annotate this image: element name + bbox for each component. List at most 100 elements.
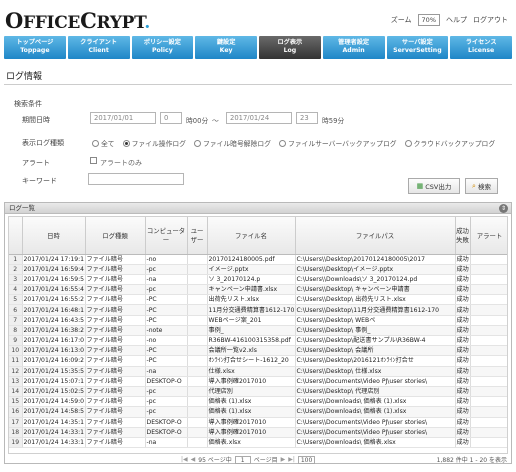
log-type-radio-2[interactable]: ファイル暗号解除ログ [193,138,271,148]
column-header-1[interactable]: ログ種類 [85,217,146,255]
table-cell [187,325,208,337]
nav-tab-license[interactable]: ライセンス License [450,36,512,59]
column-header-6[interactable]: 成功失敗 [455,217,471,255]
column-header-0[interactable]: 日時 [22,217,86,255]
table-cell [187,427,208,438]
table-row[interactable]: 3 2017/01/24 16:59:5 ファイル暗号 -na ソ 3_20170124… [9,274,507,286]
next-page-icon[interactable]: ▶ [281,456,286,463]
table-cell [187,417,208,428]
end-hour-input[interactable]: 23 [296,112,318,124]
table-cell: 成功 [455,427,471,438]
page-number-input[interactable]: 1 [234,455,251,464]
table-cell: 成功 [455,274,471,286]
table-row[interactable]: 16 2017/01/24 14:58:5 ファイル暗号 -pc 価格表 (1).xls… [9,406,507,418]
table-cell: 成功 [455,376,471,387]
csv-export-button[interactable]: ▦ CSV出力 [408,178,460,194]
table-cell: -PC [145,304,188,316]
table-cell: -PC [145,355,188,367]
table-row[interactable]: 19 2017/01/24 14:33:1 ファイル暗号 -na 価格表.xlsx C:\… [9,437,507,449]
start-date-input[interactable]: 2017/01/01 [90,112,156,124]
table-row[interactable]: 5 2017/01/24 16:55:2 ファイル暗号 -PC 出荷先リスト.xlsx C… [9,294,507,306]
table-cell: ファイル暗号 [85,335,146,347]
end-date-input[interactable]: 2017/01/24 [226,112,292,124]
search-button[interactable]: ⌕ 検索 [465,178,498,194]
column-header-4[interactable]: ファイル名 [207,217,296,255]
nav-tab-jp-label: 管理者設定 [338,39,370,46]
table-cell: ファイル暗号 [85,386,146,398]
radio-icon [404,139,412,147]
table-row[interactable]: 6 2017/01/24 16:48:1 ファイル暗号 -PC 11月分交通費精算書16… [9,304,507,316]
table-row[interactable]: 8 2017/01/24 16:38:2 ファイル暗号 -note 事例_ C:\User… [9,325,507,337]
table-row[interactable]: 4 2017/01/24 16:55:4 ファイル暗号 -pc キャンペーン申請書.xl… [9,284,507,296]
table-row[interactable]: 15 2017/01/24 14:59:0 ファイル暗号 -pc 価格表 (1).xls… [9,396,507,408]
keyword-input[interactable] [88,173,184,185]
log-type-radio-3[interactable]: ファイルサーバーバックアップログ [278,138,397,148]
help-link[interactable]: ヘルプ [446,15,467,25]
collapse-icon[interactable]: ⇕ [499,204,508,213]
nav-tab-admin[interactable]: 管理者設定 Admin [322,36,385,59]
table-cell: -pc [145,396,188,408]
header-tools: ズーム 70% ヘルプ ログアウト [391,14,508,26]
zoom-select[interactable]: 70% [417,14,440,26]
table-cell: -PC [145,315,188,326]
table-cell: 2017/01/24 15:02:5 [22,386,86,398]
table-row[interactable]: 2 2017/01/24 16:59:4 ファイル暗号 -pc イメージ.pptx C:\… [9,264,507,275]
last-page-icon[interactable]: ▶| [288,456,295,463]
start-hour-input[interactable]: 0 [160,112,182,124]
table-row[interactable]: 10 2017/01/24 16:13:0 ファイル暗号 -PC 会議所一覧v2.xls… [9,345,507,357]
table-cell: -no [145,335,188,347]
column-header-2[interactable]: コンピューター [145,217,188,255]
table-cell: 成功 [455,355,471,367]
first-page-icon[interactable]: |◀ [181,456,188,463]
log-type-radio-1[interactable]: ファイル操作ログ [122,138,186,148]
nav-tab-log[interactable]: ログ表示 Log [259,36,321,59]
table-row[interactable]: 7 2017/01/24 16:43:5 ファイル暗号 -PC WEBページ案_201 C… [9,315,507,326]
pager: |◀ ◀ 95 ページ中 1 ページ目 ▶ ▶| 100 1,882 件中 1 … [5,454,511,464]
log-type-radio-0[interactable]: 全て [92,138,115,148]
table-cell: -pc [145,264,188,275]
prev-page-icon[interactable]: ◀ [191,456,196,463]
column-header-7[interactable]: アラート [470,217,507,255]
table-cell: 2017/01/24 14:59:0 [22,396,86,408]
per-page-select[interactable]: 100 [297,455,316,464]
row-number-header [9,217,23,255]
log-list-header: ログ一覧 ⇕ [5,203,511,214]
alert-only-checkbox[interactable] [90,157,97,164]
column-header-3[interactable]: ユーザー [187,217,208,255]
table-cell: -PC [145,294,188,306]
row-number: 17 [9,417,23,428]
log-type-radio-label: クラウドバックアップログ [413,140,496,148]
nav-tab-policy[interactable]: ポリシー設定 Policy [131,36,194,59]
log-type-radio-4[interactable]: クラウドバックアップログ [404,138,496,148]
nav-tab-toppage[interactable]: トップページ Toppage [4,36,66,59]
table-cell: 出荷先リスト.xlsx [207,294,296,306]
table-row[interactable]: 1 2017/01/24 17:19:1 ファイル暗号 -no 201701241800… [9,254,507,265]
table-cell: 成功 [455,304,471,316]
table-cell [470,274,507,286]
table-row[interactable]: 11 2017/01/24 16:09:2 ファイル暗号 -PC ｵﾝﾗｲﾝ打合せシート… [9,355,507,367]
table-row[interactable]: 14 2017/01/24 15:02:5 ファイル暗号 -pc 代理店別 C:\User… [9,386,507,398]
table-cell: 成功 [455,264,471,275]
log-type-radio-label: ファイル暗号解除ログ [202,140,271,148]
nav-tab-client[interactable]: クライアント Client [67,36,130,59]
nav-tab-en-label: Client [88,47,109,54]
csv-export-label: CSV出力 [425,183,452,191]
table-row[interactable]: 9 2017/01/24 16:17:0 ファイル暗号 -no R36BW-416100… [9,335,507,347]
log-type-label: 表示ログ種類 [22,139,64,147]
logout-link[interactable]: ログアウト [473,15,508,25]
table-cell: C:\Users\\Downloads\ソ 3_20170124.pd [295,274,456,286]
table-cell [187,254,208,265]
nav-tab-key[interactable]: 鍵設定 Key [195,36,257,59]
table-row[interactable]: 12 2017/01/24 15:35:5 ファイル暗号 -na 仕様.xlsx C:\U… [9,366,507,377]
column-header-5[interactable]: ファイルパス [295,217,456,255]
table-row[interactable]: 13 2017/01/24 15:07:1 ファイル暗号 DESKTOP-O 導入事例確… [9,376,507,387]
table-cell: 2017/01/24 16:55:2 [22,294,86,306]
table-cell: 成功 [455,315,471,326]
log-type-radio-label: ファイル操作ログ [131,140,186,148]
end-time-unit: 時59分 [322,117,345,125]
table-row[interactable]: 17 2017/01/24 14:35:1 ファイル暗号 DESKTOP-O 導入事例確… [9,417,507,428]
officecrypt-logo[interactable]: OFFICECRYPT. [5,8,150,33]
table-cell: 2017/01/24 14:58:5 [22,406,86,418]
table-row[interactable]: 18 2017/01/24 14:33:1 ファイル暗号 DESKTOP-O 導入事例確… [9,427,507,438]
nav-tab-serversetting[interactable]: サーバ設定 ServerSetting [386,36,449,59]
